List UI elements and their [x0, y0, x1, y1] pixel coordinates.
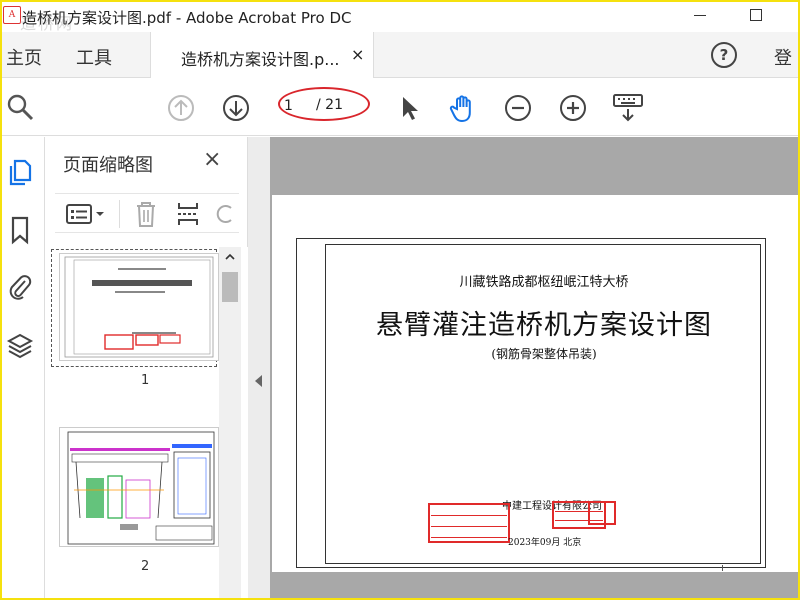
close-tab-button[interactable]: ×: [351, 45, 364, 64]
extract-pages-icon[interactable]: [175, 200, 201, 228]
page-number-field: / 21: [278, 87, 370, 121]
stamp-row: [431, 529, 507, 538]
navigation-rail: [0, 137, 44, 600]
seal-stamp: [588, 501, 616, 525]
qualification-stamp: [428, 503, 510, 543]
thumbnail-page-2[interactable]: [59, 427, 219, 547]
search-icon[interactable]: [5, 92, 35, 122]
minimize-button[interactable]: [690, 6, 710, 24]
next-page-icon[interactable]: [221, 93, 251, 123]
stamp-row: [431, 518, 507, 527]
collapse-panel-arrow-icon[interactable]: [255, 375, 262, 387]
thumbnail-1-label: 1: [141, 373, 150, 388]
panel-toolbar: [55, 193, 239, 233]
total-pages-label: / 21: [316, 97, 343, 113]
zoom-in-icon[interactable]: [558, 93, 588, 123]
thumbnail-options-icon[interactable]: [65, 202, 109, 226]
page-thumbnails-icon[interactable]: [6, 157, 34, 187]
project-name: 川藏铁路成都枢纽岷江特大桥: [459, 275, 629, 290]
document-tab-label: 造桥机方案设计图.p...: [181, 50, 340, 69]
scroll-up-arrow-icon[interactable]: [223, 250, 237, 264]
thumbnail-2-label: 2: [141, 559, 150, 574]
select-cursor-icon[interactable]: [396, 93, 426, 123]
title-bar: A 造桥网 造桥机方案设计图.pdf - Adobe Acrobat Pro D…: [0, 0, 800, 33]
drawing-border-outer: 川藏铁路成都枢纽岷江特大桥 悬臂灌注造桥机方案设计图 (钢筋骨架整体吊装) 中建…: [296, 238, 766, 568]
bookmark-icon[interactable]: [6, 215, 34, 245]
attachment-icon[interactable]: [6, 271, 34, 301]
tab-document[interactable]: 造桥机方案设计图.p... ×: [150, 32, 374, 78]
thumbnails-panel: 页面缩略图 × 1 2: [44, 137, 249, 600]
drawing-border-inner: 川藏铁路成都枢纽岷江特大桥 悬臂灌注造桥机方案设计图 (钢筋骨架整体吊装) 中建…: [325, 244, 761, 564]
prev-page-icon[interactable]: [166, 93, 196, 123]
drawing-subtitle: (钢筋骨架整体吊装): [491, 347, 597, 361]
maximize-button[interactable]: [746, 6, 766, 24]
hand-tool-icon[interactable]: [448, 93, 478, 123]
thumbnail-1-preview: [64, 256, 214, 358]
toolbar: / 21: [0, 79, 800, 136]
scrollbar-thumb[interactable]: [222, 272, 238, 302]
zoom-out-icon[interactable]: [503, 93, 533, 123]
login-button[interactable]: 登: [774, 44, 792, 70]
thumbnails-scrollbar[interactable]: [219, 247, 241, 600]
acrobat-app-icon: A: [3, 6, 21, 24]
drawing-title: 悬臂灌注造桥机方案设计图: [376, 310, 712, 341]
layers-icon[interactable]: [6, 331, 34, 361]
panel-splitter[interactable]: [248, 137, 270, 600]
thumbnails-list: 1 2: [45, 247, 249, 600]
document-view[interactable]: 川藏铁路成都枢纽岷江特大桥 悬臂灌注造桥机方案设计图 (钢筋骨架整体吊装) 中建…: [270, 137, 800, 600]
current-page-input[interactable]: [284, 95, 312, 117]
window-title: 造桥机方案设计图.pdf - Adobe Acrobat Pro DC: [22, 9, 352, 27]
keyboard-scroll-icon[interactable]: [612, 93, 644, 123]
panel-title: 页面缩略图: [63, 155, 153, 176]
pdf-page: 川藏铁路成都枢纽岷江特大桥 悬臂灌注造桥机方案设计图 (钢筋骨架整体吊装) 中建…: [272, 195, 800, 572]
stamp-row: [431, 506, 507, 516]
close-panel-button[interactable]: ×: [203, 147, 221, 172]
tab-tools[interactable]: 工具: [76, 44, 112, 70]
rotate-page-icon[interactable]: [213, 202, 237, 226]
tab-bar: 主页 工具 造桥机方案设计图.p... × ? 登: [0, 32, 800, 78]
tab-home[interactable]: 主页: [6, 44, 42, 70]
thumbnail-2-preview: [67, 431, 215, 545]
page-corner-mark: [722, 565, 728, 571]
delete-page-icon[interactable]: [133, 200, 159, 228]
thumbnail-page-1[interactable]: [59, 253, 219, 361]
help-icon[interactable]: ?: [711, 42, 737, 68]
drawing-date: 2023年09月 北京: [508, 538, 582, 548]
